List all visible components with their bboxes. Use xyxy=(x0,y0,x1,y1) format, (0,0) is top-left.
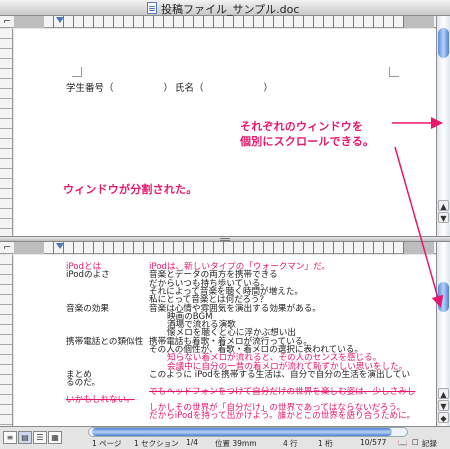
window-title: 投稿ファイル_サンプル.doc xyxy=(161,3,300,16)
row-heading: 音楽の効果 xyxy=(66,303,109,314)
body-line: このように iPodを携帯する生活は、自分で自分の生活を演出してい xyxy=(149,369,411,380)
row-heading: るのだ。 xyxy=(66,378,101,389)
scroll-down-arrow-icon[interactable]: ▼ xyxy=(438,212,449,223)
scroll-up-arrow-icon[interactable]: ▲ xyxy=(438,388,449,399)
vertical-ruler-top[interactable] xyxy=(0,29,13,236)
book-icon: 📖 xyxy=(398,438,408,447)
status-line: 4 行 xyxy=(283,439,298,448)
horizontal-ruler-top[interactable]: ⌐ xyxy=(0,16,436,28)
first-line-indent-marker[interactable] xyxy=(56,17,64,23)
row-heading: いかもしれない。 xyxy=(66,394,135,405)
body-line: だからiPodを持って出かけよう。誰かとこの世界を語り合うために。 xyxy=(149,411,416,422)
status-pages: 1/4 xyxy=(186,438,199,447)
top-pane-scroll-thumb[interactable] xyxy=(438,28,449,58)
tab-stop-icon[interactable]: ⌐ xyxy=(2,17,12,27)
horizontal-scroll-thumb[interactable] xyxy=(92,428,392,436)
split-annotation: ウィンドウが分割された。 xyxy=(63,183,198,196)
split-grip-icon[interactable] xyxy=(220,238,230,241)
vertical-ruler-bottom[interactable] xyxy=(0,255,13,426)
bottom-pane-page[interactable]: iPodとは iPodは、新しいタイプの「ウォークマン」だ。 iPodのよさ 音楽とデ… xyxy=(14,255,436,426)
bottom-pane-scroll-thumb[interactable] xyxy=(438,282,449,312)
row-heading: 携帯電話との類似性 xyxy=(66,336,144,347)
page-layout-icon[interactable]: ▤ xyxy=(18,431,32,444)
notebook-view-icon[interactable]: ▦ xyxy=(48,431,62,444)
document-icon xyxy=(147,2,157,14)
tab-stop-icon[interactable]: ⌐ xyxy=(2,243,12,253)
crop-mark xyxy=(72,67,82,77)
scroll-up-arrow-icon[interactable]: ▲ xyxy=(438,200,449,211)
record-icon: ☐ xyxy=(412,438,419,447)
scroll-annotation-line1: それぞれのウィンドウを xyxy=(240,120,364,133)
first-line-indent-marker[interactable] xyxy=(56,243,64,249)
horizontal-scrollbar[interactable] xyxy=(88,427,408,437)
scroll-down-arrow-icon[interactable]: ▼ xyxy=(438,400,449,411)
document-window: 投稿ファイル_サンプル.doc ⌐ 学生番号（） 氏名（） ▲ ▼ それぞれのウ… xyxy=(0,0,450,449)
outline-view-icon[interactable]: ☰ xyxy=(33,431,47,444)
status-record: 記録 xyxy=(422,439,437,448)
normal-view-icon[interactable]: ≡ xyxy=(3,431,17,444)
scroll-annotation-line2: 個別にスクロールできる。 xyxy=(240,135,375,148)
status-column: 1 桁 xyxy=(318,439,333,448)
title-bar[interactable]: 投稿ファイル_サンプル.doc xyxy=(0,0,450,16)
body-line: でもヘッドフォンをつけて自分だけの世界を楽しむ姿は、少しさみし xyxy=(149,386,416,397)
name-label: 氏名（） xyxy=(175,83,274,94)
crop-mark xyxy=(389,67,399,77)
status-section: 1 セクション xyxy=(134,439,179,448)
next-page-icon[interactable]: ◆ xyxy=(438,412,449,423)
row-heading: iPodのよさ xyxy=(66,270,110,281)
horizontal-ruler-bottom[interactable]: ⌐ xyxy=(0,242,436,254)
top-pane-scrollbar[interactable]: ▲ ▼ xyxy=(436,16,450,236)
status-position: 位置 39mm xyxy=(215,439,257,448)
status-page: 1 ページ xyxy=(92,439,122,448)
status-words: 10/577 xyxy=(360,438,387,447)
student-number-label: 学生番号（） xyxy=(66,83,174,94)
bottom-pane-scrollbar[interactable]: ▲ ▼ ◆ xyxy=(436,242,450,426)
